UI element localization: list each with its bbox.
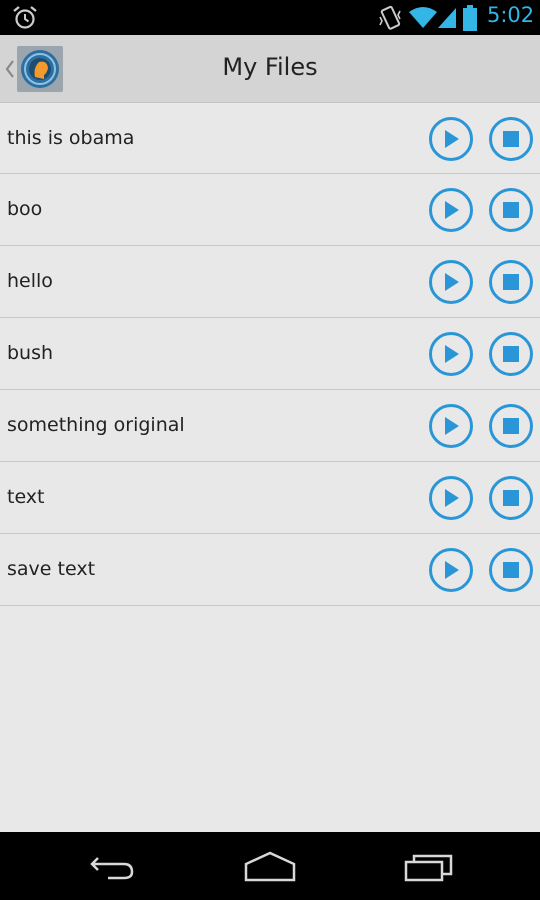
list-item[interactable]: boo: [0, 174, 540, 246]
stop-icon: [503, 490, 519, 506]
play-icon: [445, 130, 459, 148]
stop-icon: [503, 562, 519, 578]
stop-button[interactable]: [489, 404, 533, 448]
home-icon[interactable]: [243, 850, 297, 882]
vibrate-icon: [379, 5, 401, 30]
file-name: save text: [7, 558, 96, 580]
page-title: My Files: [222, 53, 318, 81]
alarm-icon: [13, 6, 37, 29]
action-bar: My Files: [0, 35, 540, 103]
file-name: hello: [7, 270, 53, 292]
play-icon: [445, 273, 459, 291]
stop-icon: [503, 418, 519, 434]
file-name: something original: [7, 414, 185, 436]
play-button[interactable]: [429, 117, 473, 161]
stop-icon: [503, 202, 519, 218]
stop-button[interactable]: [489, 260, 533, 304]
play-icon: [445, 489, 459, 507]
battery-icon: [463, 5, 477, 31]
status-time: 5:02: [487, 3, 535, 27]
stop-icon: [503, 346, 519, 362]
play-icon: [445, 345, 459, 363]
play-button[interactable]: [429, 476, 473, 520]
play-button[interactable]: [429, 548, 473, 592]
wifi-icon: [409, 7, 437, 28]
file-name: this is obama: [7, 127, 135, 149]
status-bar: 5:02: [0, 0, 540, 35]
file-list: this is obama boo hello bush something o…: [0, 103, 540, 606]
play-icon: [445, 561, 459, 579]
list-item[interactable]: save text: [0, 534, 540, 606]
list-item[interactable]: hello: [0, 246, 540, 318]
list-item[interactable]: this is obama: [0, 103, 540, 174]
stop-button[interactable]: [489, 332, 533, 376]
play-icon: [445, 201, 459, 219]
navigation-bar: [0, 832, 540, 900]
stop-icon: [503, 274, 519, 290]
play-button[interactable]: [429, 332, 473, 376]
stop-icon: [503, 131, 519, 147]
back-icon[interactable]: [88, 850, 136, 882]
file-name: boo: [7, 198, 43, 220]
play-icon: [445, 417, 459, 435]
play-button[interactable]: [429, 260, 473, 304]
signal-icon: [438, 8, 456, 28]
list-item[interactable]: something original: [0, 390, 540, 462]
play-button[interactable]: [429, 404, 473, 448]
file-name: bush: [7, 342, 54, 364]
recents-icon[interactable]: [403, 850, 455, 882]
stop-button[interactable]: [489, 548, 533, 592]
stop-button[interactable]: [489, 117, 533, 161]
list-item[interactable]: bush: [0, 318, 540, 390]
stop-button[interactable]: [489, 476, 533, 520]
file-name: text: [7, 486, 45, 508]
stop-button[interactable]: [489, 188, 533, 232]
play-button[interactable]: [429, 188, 473, 232]
list-item[interactable]: text: [0, 462, 540, 534]
